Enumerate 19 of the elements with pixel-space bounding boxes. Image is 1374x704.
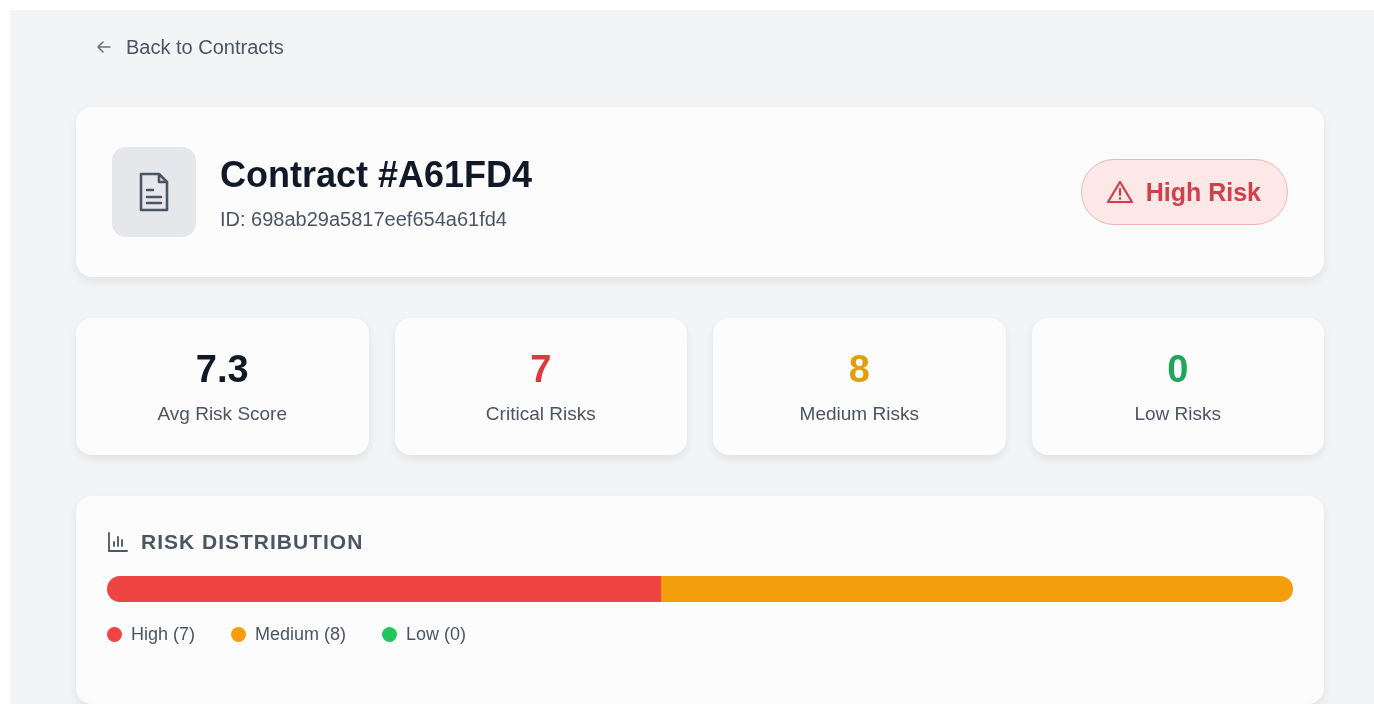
warning-icon: [1105, 179, 1134, 205]
contract-title: Contract #A61FD4: [220, 153, 534, 196]
stat-label: Medium Risks: [799, 403, 919, 425]
legend-label: Low (0): [406, 624, 467, 645]
stat-value: 7: [530, 348, 552, 391]
contract-id: ID: 698ab29a5817eef654a61fd4: [220, 207, 508, 231]
stat-value: 7.3: [195, 348, 249, 391]
legend-label: High (7): [131, 624, 196, 645]
legend-label: Medium (8): [255, 624, 347, 645]
back-link[interactable]: Back to Contracts: [94, 36, 284, 58]
risk-badge: High Risk: [1080, 159, 1288, 225]
stat-value: 8: [848, 348, 870, 391]
stat-label: Avg Risk Score: [157, 403, 287, 425]
section-title: RISK DISTRIBUTION: [141, 530, 364, 554]
bar-chart-icon: [107, 531, 129, 553]
stat-label: Low Risks: [1134, 403, 1222, 425]
document-icon: [112, 147, 196, 237]
stat-label: Critical Risks: [485, 403, 596, 425]
stat-value: 0: [1167, 348, 1189, 391]
